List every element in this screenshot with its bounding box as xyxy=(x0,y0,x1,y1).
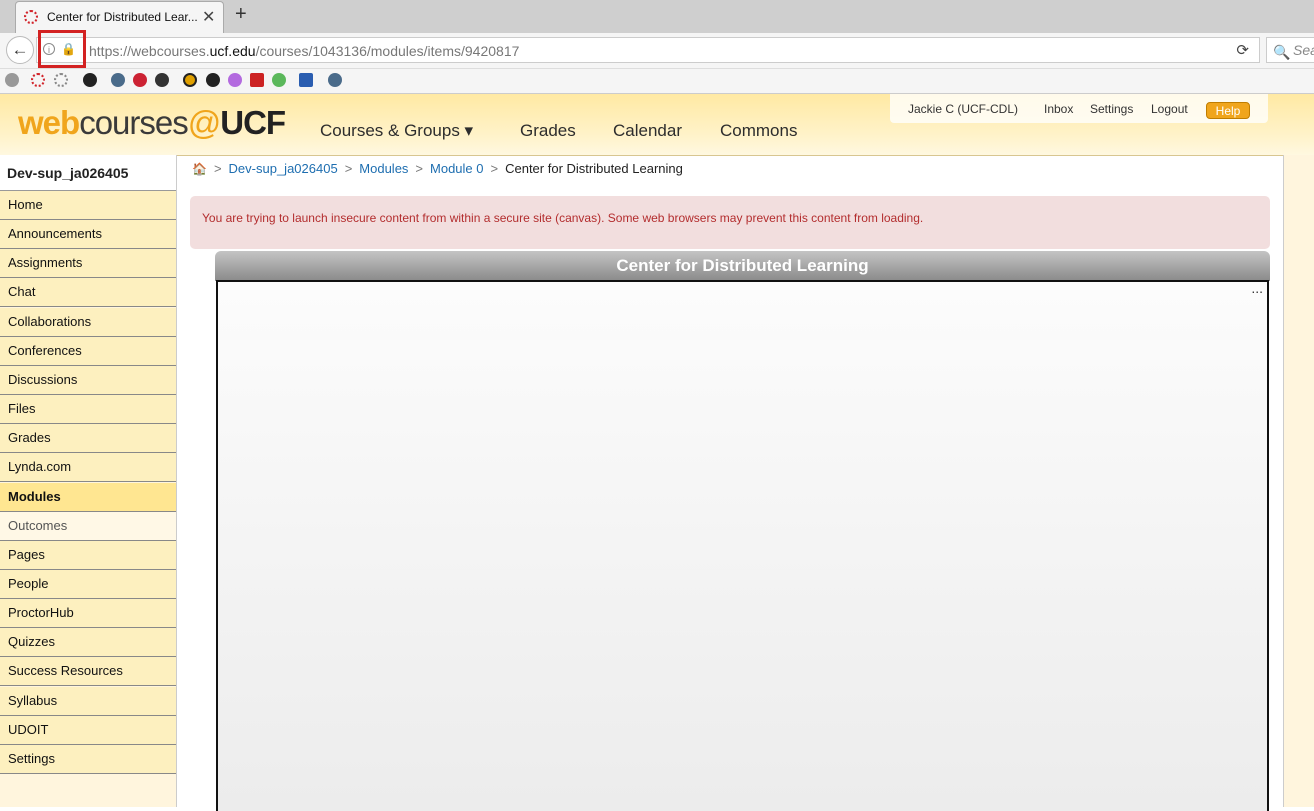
browser-tab-strip: Center for Distributed Lear... ✕ + xyxy=(0,0,1314,33)
bookmarks-bar xyxy=(0,69,1314,94)
site-header: webcourses@UCF Courses & Groups ▾ Grades… xyxy=(0,94,1314,156)
browser-navbar: ← i 🔒 https://webcourses.ucf.edu/courses… xyxy=(0,33,1314,69)
sidebar-item-assignments[interactable]: Assignments xyxy=(0,249,176,279)
url-text[interactable]: https://webcourses.ucf.edu/courses/10431… xyxy=(89,43,519,59)
nav-grades[interactable]: Grades xyxy=(520,121,576,141)
sidebar-item-success-resources[interactable]: Success Resources xyxy=(0,657,176,687)
nav-commons[interactable]: Commons xyxy=(720,121,797,141)
sidebar-item-home[interactable]: Home xyxy=(0,191,176,220)
webcourses-logo[interactable]: webcourses@UCF xyxy=(18,104,286,142)
tab-title: Center for Distributed Lear... xyxy=(47,10,198,24)
bookmark-ucf-icon[interactable] xyxy=(31,73,45,87)
breadcrumb: 🏠 > Dev-sup_ja026405 > Modules > Module 0 > Cent… xyxy=(192,161,683,176)
settings-link[interactable]: Settings xyxy=(1090,102,1133,116)
back-button[interactable]: ← xyxy=(6,36,34,64)
sidebar-item-collaborations[interactable]: Collaborations xyxy=(0,307,176,337)
sidebar-item-proctorhub[interactable]: ProctorHub xyxy=(0,599,176,629)
new-tab-icon[interactable]: + xyxy=(235,3,247,26)
breadcrumb-modules[interactable]: Modules xyxy=(359,161,408,176)
inbox-link[interactable]: Inbox xyxy=(1044,102,1073,116)
address-bar[interactable]: i 🔒 https://webcourses.ucf.edu/courses/1… xyxy=(36,37,1260,63)
sidebar-item-settings[interactable]: Settings xyxy=(0,744,176,774)
search-field[interactable]: 🔍 Sea xyxy=(1266,37,1314,63)
bookmark-calendar-icon[interactable] xyxy=(299,73,313,87)
sidebar-item-discussions[interactable]: Discussions xyxy=(0,365,176,395)
bookmark-j-icon[interactable] xyxy=(250,73,264,87)
search-icon: 🔍 xyxy=(1273,44,1291,60)
home-icon[interactable]: 🏠 xyxy=(192,162,207,176)
help-button[interactable]: Help xyxy=(1206,102,1250,119)
bookmark-link-icon[interactable] xyxy=(228,73,242,87)
sidebar-item-files[interactable]: Files xyxy=(0,395,176,425)
more-options-icon[interactable]: ... xyxy=(1251,280,1263,296)
breadcrumb-module-0[interactable]: Module 0 xyxy=(430,161,483,176)
course-navigation: Dev-sup_ja026405 Home Announcements Assign… xyxy=(0,155,177,807)
sidebar-item-chat[interactable]: Chat xyxy=(0,278,176,308)
sidebar-item-lynda-com[interactable]: Lynda.com xyxy=(0,453,176,483)
nav-courses-groups[interactable]: Courses & Groups ▾ xyxy=(320,121,473,141)
course-name[interactable]: Dev-sup_ja026405 xyxy=(0,155,176,191)
sidebar-item-syllabus[interactable]: Syllabus xyxy=(0,686,176,716)
bookmark-swirl-icon[interactable] xyxy=(206,73,220,87)
breadcrumb-current: Center for Distributed Learning xyxy=(505,161,683,176)
sidebar-item-people[interactable]: People xyxy=(0,569,176,599)
frame-body[interactable]: ... xyxy=(216,280,1269,811)
breadcrumb-course[interactable]: Dev-sup_ja026405 xyxy=(229,161,338,176)
bookmark-face-red-icon[interactable] xyxy=(133,73,147,87)
highlight-box xyxy=(38,30,86,68)
sidebar-item-outcomes[interactable]: Outcomes xyxy=(0,511,176,541)
user-nav: Jackie C (UCF-CDL) Inbox Settings Logout… xyxy=(890,94,1268,123)
sidebar-item-announcements[interactable]: Announcements xyxy=(0,220,176,250)
bookmark-face-dark-icon[interactable] xyxy=(155,73,169,87)
insecure-content-alert: You are trying to launch insecure conten… xyxy=(190,196,1270,249)
bookmark-globe-icon[interactable] xyxy=(5,73,19,87)
bookmark-at-icon[interactable] xyxy=(183,73,197,87)
user-name-link[interactable]: Jackie C (UCF-CDL) xyxy=(908,102,1018,116)
close-tab-icon[interactable]: ✕ xyxy=(202,7,215,27)
embedded-content-frame: Center for Distributed Learning ... xyxy=(215,251,1270,811)
search-placeholder: Sea xyxy=(1293,42,1314,58)
sidebar-item-conferences[interactable]: Conferences xyxy=(0,336,176,366)
bookmark-face-icon[interactable] xyxy=(111,73,125,87)
frame-title: Center for Distributed Learning xyxy=(215,251,1270,281)
bookmark-gear-icon[interactable] xyxy=(54,73,68,87)
sidebar-item-udoit[interactable]: UDOIT xyxy=(0,715,176,745)
right-sidebar-edge xyxy=(1283,155,1314,807)
browser-tab[interactable]: Center for Distributed Lear... ✕ xyxy=(15,1,224,33)
bookmark-cloud-icon[interactable] xyxy=(272,73,286,87)
bookmark-face2-icon[interactable] xyxy=(328,73,342,87)
reload-icon[interactable]: ⟳ xyxy=(1236,41,1249,59)
nav-calendar[interactable]: Calendar xyxy=(613,121,682,141)
sidebar-item-grades[interactable]: Grades xyxy=(0,424,176,454)
sidebar-item-quizzes[interactable]: Quizzes xyxy=(0,628,176,658)
sidebar-item-pages[interactable]: Pages xyxy=(0,540,176,570)
ucf-favicon-icon xyxy=(24,10,38,24)
sidebar-item-modules[interactable]: Modules xyxy=(0,482,176,512)
logout-link[interactable]: Logout xyxy=(1151,102,1188,116)
bookmark-knight-icon[interactable] xyxy=(83,73,97,87)
alert-text: You are trying to launch insecure conten… xyxy=(202,211,924,225)
